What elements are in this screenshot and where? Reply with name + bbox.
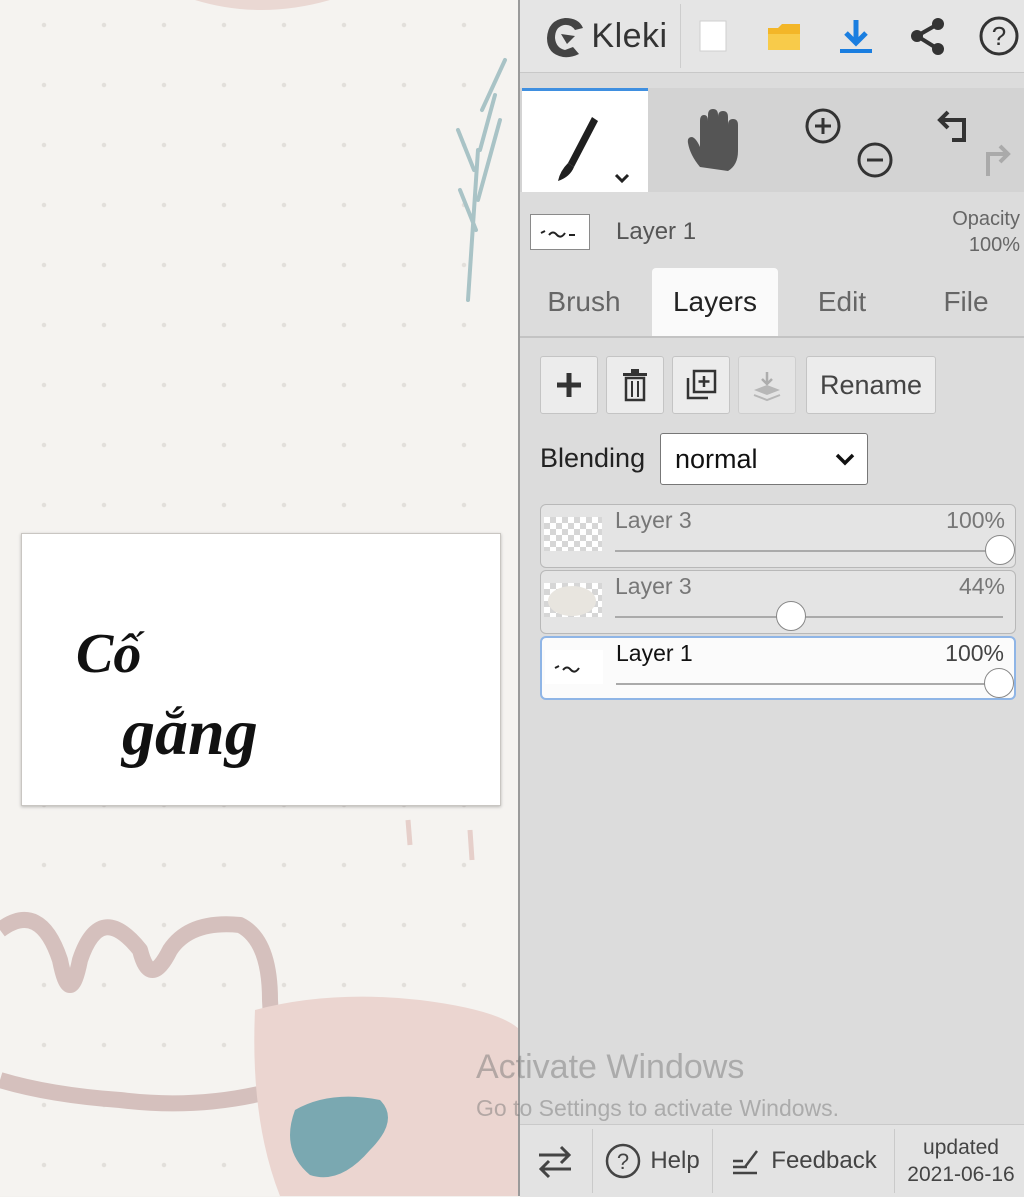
zoom-out-icon: [857, 142, 893, 178]
hand-tool-button[interactable]: [650, 88, 776, 192]
drawing-canvas[interactable]: Cố gắng: [21, 533, 501, 806]
blending-value: normal: [675, 443, 758, 474]
windows-activation-watermark: Activate Windows Go to Settings to activ…: [476, 1048, 839, 1122]
layer-thumbnail: [545, 650, 603, 684]
tab-divider: [520, 336, 1024, 338]
changelog-link[interactable]: updated 2021-06-16: [896, 1125, 1024, 1197]
layer-item-layer-1[interactable]: Layer 1 100%: [540, 636, 1016, 700]
updated-label: updated: [923, 1136, 999, 1159]
svg-text:?: ?: [617, 1149, 629, 1174]
tab-brush[interactable]: Brush: [520, 268, 648, 336]
swap-arrows-icon: [538, 1145, 572, 1179]
new-file-icon: [699, 20, 727, 52]
add-layer-button[interactable]: [540, 356, 598, 414]
feedback-label: Feedback: [771, 1147, 877, 1174]
canvas-drawing: Cố gắng: [76, 623, 258, 769]
opacity-label: Opacity: [952, 208, 1020, 230]
layer-opacity: 100%: [945, 640, 1004, 666]
delete-layer-button[interactable]: [606, 356, 664, 414]
layer-opacity-slider[interactable]: [615, 616, 1003, 618]
current-layer-thumbnail: [530, 214, 590, 250]
share-button[interactable]: [900, 0, 956, 72]
redo-icon: [986, 144, 1011, 176]
undo-icon: [937, 110, 966, 142]
merge-down-icon: [753, 372, 781, 402]
layer-thumbnail: [544, 517, 602, 551]
side-panel: Kleki ? Layer 1 Opacity 100% Brush Layer…: [518, 0, 1024, 1197]
open-button[interactable]: [754, 0, 814, 72]
layer-name: Layer 1: [616, 640, 693, 666]
layer-opacity-slider[interactable]: [616, 683, 1002, 685]
help-link[interactable]: ? Help: [594, 1125, 710, 1197]
tab-layers[interactable]: Layers: [652, 268, 778, 336]
chevron-down-icon: [835, 453, 855, 466]
help-button[interactable]: ?: [972, 0, 1024, 72]
undo-redo-icons: [937, 110, 1011, 176]
trash-icon: [623, 369, 647, 402]
watermark-subtitle: Go to Settings to activate Windows.: [476, 1095, 840, 1121]
zoom-in-icon: [805, 108, 841, 144]
canvas-area[interactable]: Cố gắng: [0, 0, 520, 1196]
top-toolbar: Kleki ?: [520, 0, 1024, 73]
updated-info: updated 2021-06-16: [907, 1134, 1014, 1188]
blending-label: Blending: [540, 443, 646, 473]
current-layer-info: Layer 1 Opacity 100%: [520, 200, 1024, 264]
blending-select[interactable]: normal: [660, 433, 868, 485]
folder-open-icon: [768, 24, 800, 50]
rename-label: Rename: [819, 369, 923, 400]
canvas-text-line1: Cố: [76, 623, 145, 685]
layer-opacity: 100%: [946, 507, 1005, 533]
app-name: Kleki: [591, 16, 668, 55]
duplicate-icon: [686, 369, 717, 400]
help-label: Help: [650, 1147, 700, 1174]
feedback-link[interactable]: Feedback: [714, 1125, 892, 1197]
canvas-text-line2: gắng: [120, 696, 258, 769]
layer-thumbnail: [544, 583, 602, 617]
help-circle-icon: ?: [979, 16, 1019, 56]
help-circle-icon: ?: [606, 1143, 641, 1179]
layer-item-layer-3-top[interactable]: Layer 3 100%: [540, 504, 1016, 568]
brush-tool-button[interactable]: [522, 88, 648, 192]
swap-side-button[interactable]: [520, 1125, 590, 1197]
current-layer-name: Layer 1: [616, 218, 697, 245]
current-layer-opacity: Opacity 100%: [952, 206, 1020, 258]
layer-opacity-knob[interactable]: [985, 535, 1015, 565]
duplicate-layer-button[interactable]: [672, 356, 730, 414]
new-button[interactable]: [686, 0, 740, 72]
zoom-icons: [805, 108, 893, 178]
share-icon: [911, 18, 944, 55]
layer-name: Layer 3: [615, 507, 692, 533]
download-icon: [840, 20, 872, 53]
brush-icon: [558, 116, 630, 183]
layer-opacity-knob[interactable]: [776, 601, 807, 631]
bottom-bar: ? Help Feedback updated 2021-06-16: [520, 1124, 1024, 1197]
undo-redo-controls: [904, 88, 1024, 192]
download-button[interactable]: [828, 0, 884, 72]
zoom-controls: [778, 88, 902, 192]
layer-opacity-knob[interactable]: [984, 668, 1014, 698]
feedback-pencil-icon: [733, 1150, 759, 1175]
tab-file[interactable]: File: [906, 268, 1024, 336]
tool-row: [520, 88, 1024, 192]
watermark-title: Activate Windows: [476, 1048, 745, 1086]
layer-item-layer-3-bottom[interactable]: Layer 3 44%: [540, 570, 1016, 634]
rename-layer-button[interactable]: Rename: [806, 356, 936, 414]
updated-date: 2021-06-16: [907, 1163, 1015, 1186]
plus-icon: [557, 373, 581, 397]
kleki-logo-icon: [547, 18, 584, 58]
opacity-value: 100%: [968, 234, 1020, 256]
kleki-logo[interactable]: Kleki: [534, 0, 679, 72]
layer-name: Layer 3: [615, 573, 692, 599]
panel-tabs: Brush Layers Edit File: [520, 268, 1024, 336]
layer-opacity: 44%: [958, 573, 1005, 599]
svg-text:?: ?: [992, 21, 1006, 51]
merge-down-button[interactable]: [738, 356, 796, 414]
tab-edit[interactable]: Edit: [782, 268, 902, 336]
layer-opacity-slider[interactable]: [615, 550, 1003, 552]
hand-icon: [687, 109, 738, 171]
